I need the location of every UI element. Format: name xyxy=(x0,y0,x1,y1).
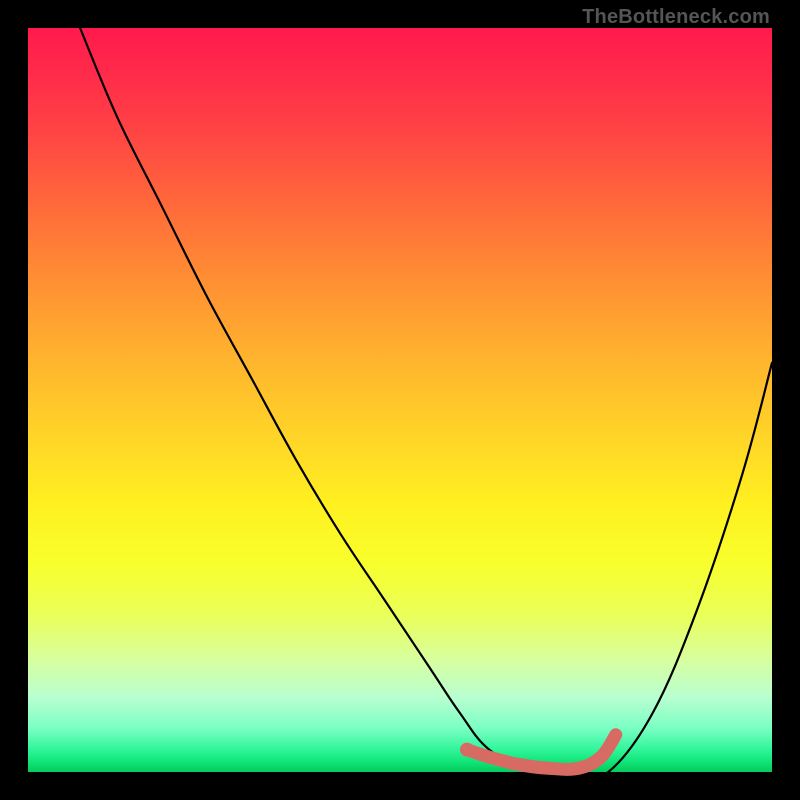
chart-frame: TheBottleneck.com xyxy=(0,0,800,800)
main-curve xyxy=(80,28,772,777)
plot-area xyxy=(28,28,772,772)
highlight-start-dot xyxy=(460,743,474,757)
highlight-segment xyxy=(467,735,616,770)
chart-svg xyxy=(28,28,772,772)
attribution-text: TheBottleneck.com xyxy=(582,6,770,29)
